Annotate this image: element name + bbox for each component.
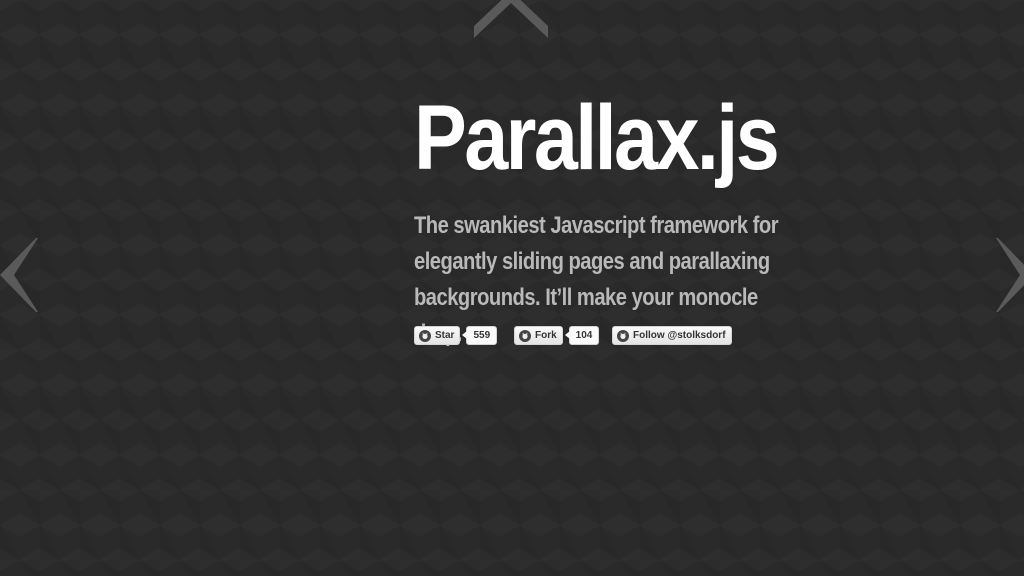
page-title: Parallax.js	[414, 87, 780, 189]
hero: Parallax.js The swankiest Javascript fra…	[414, 74, 834, 352]
github-star-widget: Star 559	[414, 326, 498, 345]
chevron-left-icon	[0, 238, 38, 312]
fork-count[interactable]: 104	[564, 326, 600, 345]
nav-left-arrow[interactable]	[0, 238, 40, 312]
follow-label: Follow @stolksdorf	[633, 330, 726, 341]
github-octocat-icon	[419, 329, 431, 342]
chevron-up-icon	[474, 0, 548, 38]
github-octocat-icon	[519, 329, 531, 342]
chevron-right-icon	[996, 238, 1024, 312]
fork-label: Fork	[535, 330, 557, 341]
follow-button[interactable]: Follow @stolksdorf	[612, 326, 732, 345]
github-octocat-icon	[617, 329, 629, 342]
nav-up-arrow[interactable]	[474, 0, 548, 38]
star-label: Star	[435, 330, 455, 341]
star-count[interactable]: 559	[462, 326, 498, 345]
github-follow-widget: Follow @stolksdorf	[612, 326, 732, 345]
fork-button[interactable]: Fork	[514, 326, 563, 345]
star-button[interactable]: Star	[414, 326, 461, 345]
github-fork-widget: Fork 104	[514, 326, 600, 345]
nav-right-arrow[interactable]	[996, 238, 1024, 312]
